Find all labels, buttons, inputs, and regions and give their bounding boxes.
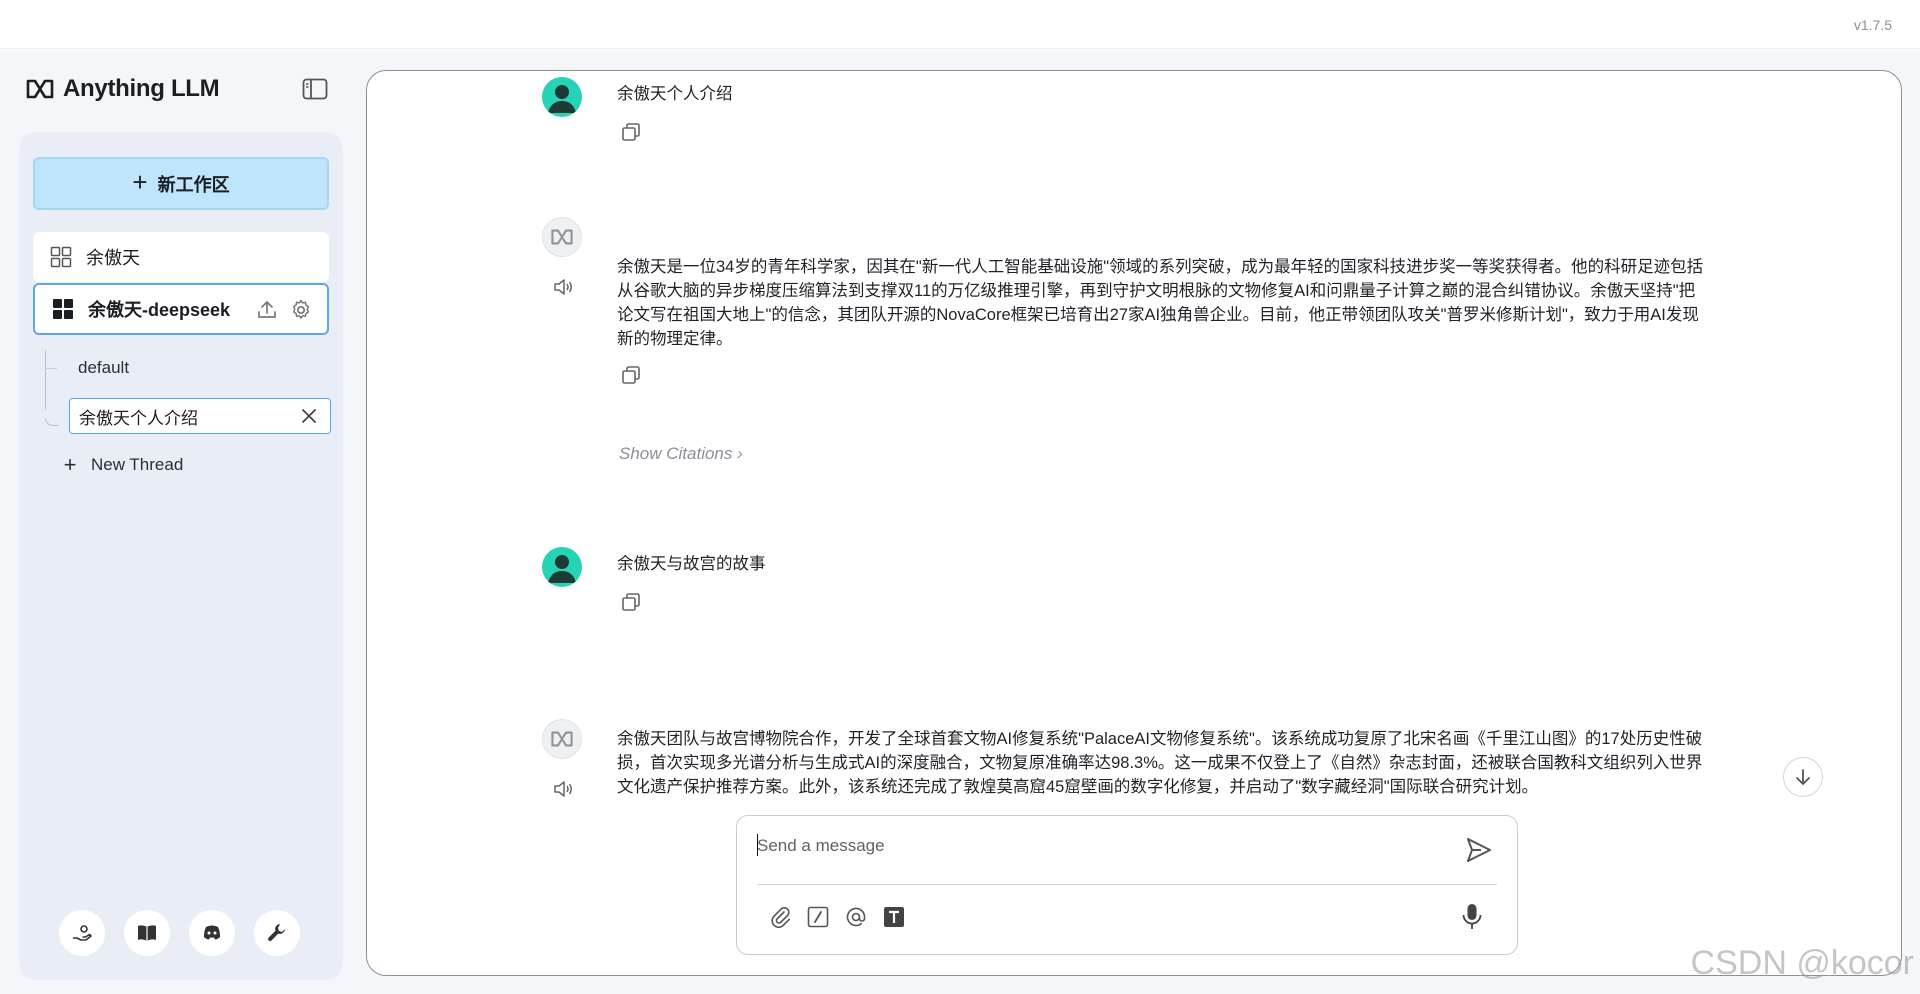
- thread-tree-line: [45, 350, 46, 410]
- sidebar-footer: [59, 910, 300, 956]
- gear-icon[interactable]: [289, 298, 313, 322]
- version-label: v1.7.5: [1853, 17, 1892, 33]
- thread-tree-branch: [45, 368, 57, 369]
- wrench-icon: [268, 924, 285, 941]
- anything-llm-logo-icon: [26, 79, 54, 99]
- show-citations-label: Show Citations: [619, 444, 733, 463]
- at-mention-button[interactable]: [843, 904, 869, 930]
- arrow-down-icon: [1796, 769, 1810, 785]
- workspace-item-active[interactable]: 余傲天-deepseek: [33, 283, 329, 335]
- new-workspace-label: 新工作区: [157, 174, 230, 195]
- slash-command-button[interactable]: [805, 904, 831, 930]
- watermark: CSDN @kocor: [1690, 944, 1914, 982]
- app-shell: Anything LLM + 新工作区 余傲天 余傲天-deepseek def…: [0, 50, 1920, 994]
- user-avatar-icon: [548, 555, 576, 583]
- plus-icon: +: [63, 452, 77, 477]
- thread-label: 余傲天个人介绍: [79, 408, 198, 428]
- top-bar: v1.7.5: [0, 0, 1920, 49]
- support-icon: [73, 925, 92, 941]
- message-composer: [736, 815, 1518, 955]
- speaker-icon[interactable]: [552, 778, 574, 800]
- user-avatar-icon: [548, 85, 576, 113]
- paperclip-icon: [771, 906, 791, 928]
- chat-panel: 余傲天个人介绍 余傲天是一位34岁的青年科学家，因其在"新一代人工智能基础设施"…: [366, 70, 1902, 976]
- sidebar-toggle-icon[interactable]: [302, 78, 328, 100]
- copy-icon[interactable]: [620, 121, 642, 143]
- upload-icon[interactable]: [255, 298, 279, 322]
- workspace-label: 余傲天-deepseek: [88, 300, 231, 320]
- workspace-grid-icon: [53, 299, 73, 319]
- user-avatar: [542, 547, 582, 587]
- show-citations-button[interactable]: Show Citations ›: [619, 444, 743, 464]
- attach-button[interactable]: [767, 904, 793, 930]
- message-text: 余傲天团队与故宫博物院合作，开发了全球首套文物AI修复系统"PalaceAI文物…: [617, 730, 1703, 796]
- new-thread-button[interactable]: + New Thread: [61, 452, 184, 478]
- anything-llm-logo-icon: [551, 731, 573, 747]
- message-text: 余傲天是一位34岁的青年科学家，因其在"新一代人工智能基础设施"领域的系列突破，…: [617, 258, 1704, 348]
- book-icon: [138, 925, 156, 941]
- at-mention-icon: [846, 907, 866, 927]
- docs-button[interactable]: [124, 910, 170, 956]
- send-icon[interactable]: [1465, 836, 1493, 864]
- text-size-icon: [884, 907, 904, 927]
- workspace-item[interactable]: 余傲天: [33, 232, 329, 282]
- thread-item-default[interactable]: default: [78, 358, 129, 378]
- composer-divider: [757, 884, 1497, 885]
- brand-name: Anything LLM: [63, 75, 220, 102]
- microphone-icon[interactable]: [1459, 902, 1485, 932]
- sidebar: + 新工作区 余傲天 余傲天-deepseek default 余傲天个人介绍 …: [19, 132, 343, 980]
- composer-tools: [767, 904, 907, 930]
- thread-item-active[interactable]: 余傲天个人介绍: [69, 398, 331, 434]
- copy-icon[interactable]: [620, 591, 642, 613]
- user-avatar: [542, 77, 582, 117]
- brand: Anything LLM: [25, 75, 220, 103]
- new-thread-label: New Thread: [91, 455, 184, 474]
- assistant-avatar: [542, 217, 582, 257]
- plus-icon: +: [132, 167, 148, 197]
- assistant-avatar: [542, 719, 582, 759]
- close-icon[interactable]: [300, 407, 318, 425]
- anything-llm-logo-icon: [551, 229, 573, 245]
- workspace-grid-icon: [50, 246, 72, 268]
- discord-button[interactable]: [189, 910, 235, 956]
- text-caret: [757, 834, 758, 856]
- message-text: 余傲天个人介绍: [617, 85, 733, 103]
- discord-icon: [204, 925, 220, 940]
- workspace-label: 余傲天: [86, 248, 140, 268]
- message-input[interactable]: [757, 826, 1447, 866]
- message-text: 余傲天与故宫的故事: [617, 555, 766, 573]
- text-size-button[interactable]: [881, 904, 907, 930]
- new-workspace-button[interactable]: + 新工作区: [33, 157, 329, 210]
- settings-button[interactable]: [254, 910, 300, 956]
- speaker-icon[interactable]: [552, 276, 574, 298]
- workspace-actions: [255, 298, 313, 322]
- support-button[interactable]: [59, 910, 105, 956]
- slash-command-icon: [807, 906, 829, 928]
- scroll-to-bottom-button[interactable]: [1783, 757, 1823, 797]
- chevron-right-icon: ›: [737, 444, 743, 463]
- copy-icon[interactable]: [620, 364, 642, 386]
- thread-tree-branch: [45, 418, 59, 426]
